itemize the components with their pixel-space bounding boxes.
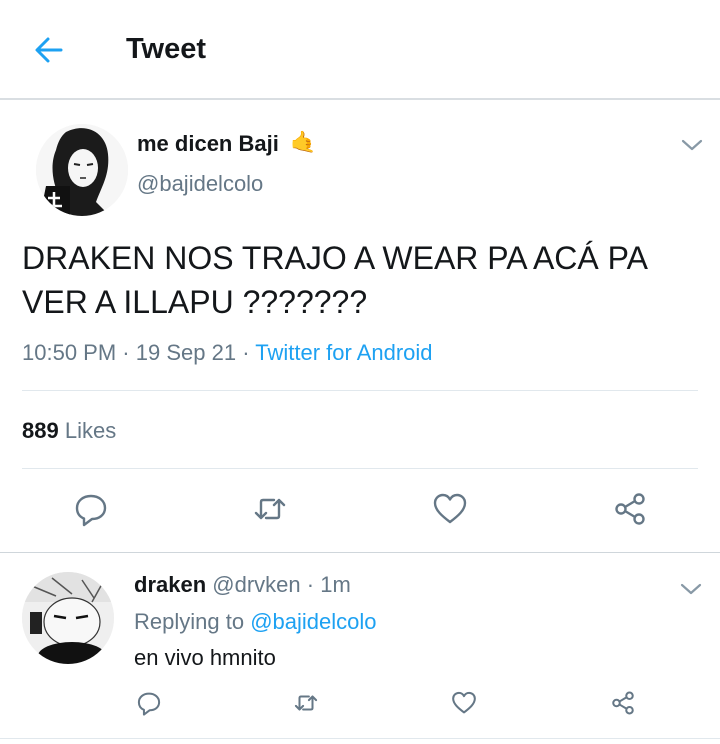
divider: [22, 390, 698, 391]
replying-to: Replying to @bajidelcolo: [134, 609, 377, 635]
author-name[interactable]: me dicen Baji: [137, 131, 279, 157]
author-handle[interactable]: @bajidelcolo: [137, 171, 263, 197]
divider: [22, 468, 698, 469]
reply-icon: [75, 494, 107, 527]
top-bar: [0, 0, 720, 100]
reply-author-handle[interactable]: @drvken: [212, 572, 300, 597]
retweet-icon: [254, 498, 286, 520]
separator: ·: [242, 340, 250, 365]
section-divider: [0, 552, 720, 553]
author-avatar[interactable]: [36, 124, 128, 216]
retweet-icon: [294, 695, 318, 711]
tweet-metadata: 10:50 PM · 19 Sep 21 · Twitter for Andro…: [22, 340, 433, 366]
likes-label: Likes: [64, 418, 117, 443]
tweet-date: 19 Sep 21: [135, 340, 237, 365]
heart-icon: [433, 493, 467, 524]
tweet-source-link[interactable]: Twitter for Android: [255, 340, 432, 365]
heart-icon: [452, 691, 476, 714]
replying-label: Replying to: [134, 609, 245, 634]
reply-button[interactable]: [73, 491, 109, 527]
chevron-down-icon: [680, 583, 702, 595]
like-button[interactable]: [432, 491, 468, 527]
reply-reply-button[interactable]: [136, 690, 162, 716]
arrow-left-icon: [35, 37, 63, 63]
avatar-image: [22, 572, 114, 664]
page-title: Tweet: [126, 33, 207, 65]
share-button[interactable]: [612, 491, 648, 527]
reply-author-avatar[interactable]: [22, 572, 114, 664]
reply-retweet-button[interactable]: [293, 690, 319, 716]
tweet-time: 10:50 PM: [22, 340, 117, 365]
likes-number: 889: [22, 418, 59, 443]
back-button[interactable]: [30, 30, 70, 70]
reply-share-button[interactable]: [610, 690, 636, 716]
reply-like-button[interactable]: [451, 690, 477, 716]
share-icon: [612, 691, 634, 715]
replying-handle-link[interactable]: @bajidelcolo: [250, 609, 376, 634]
share-icon: [615, 493, 645, 525]
chevron-down-icon: [681, 139, 703, 151]
divider: [0, 738, 720, 739]
reply-author-name[interactable]: draken: [134, 572, 206, 597]
tweet-menu-button[interactable]: [681, 138, 703, 152]
reply-header: draken @drvken · 1m: [134, 572, 351, 598]
tweet-text: DRAKEN NOS TRAJO A WEAR PA ACÁ PA VER A …: [22, 240, 647, 320]
separator: ·: [122, 340, 130, 365]
reply-text: en vivo hmnito: [134, 645, 276, 670]
retweet-button[interactable]: [252, 491, 288, 527]
separator: ·: [306, 572, 315, 597]
reply-icon: [137, 692, 161, 716]
avatar-image: [36, 124, 128, 216]
reply-menu-button[interactable]: [680, 582, 702, 596]
likes-count[interactable]: 889 Likes: [22, 418, 116, 444]
reply-time: 1m: [320, 572, 351, 597]
call-me-hand-icon: 🤙: [290, 131, 317, 154]
